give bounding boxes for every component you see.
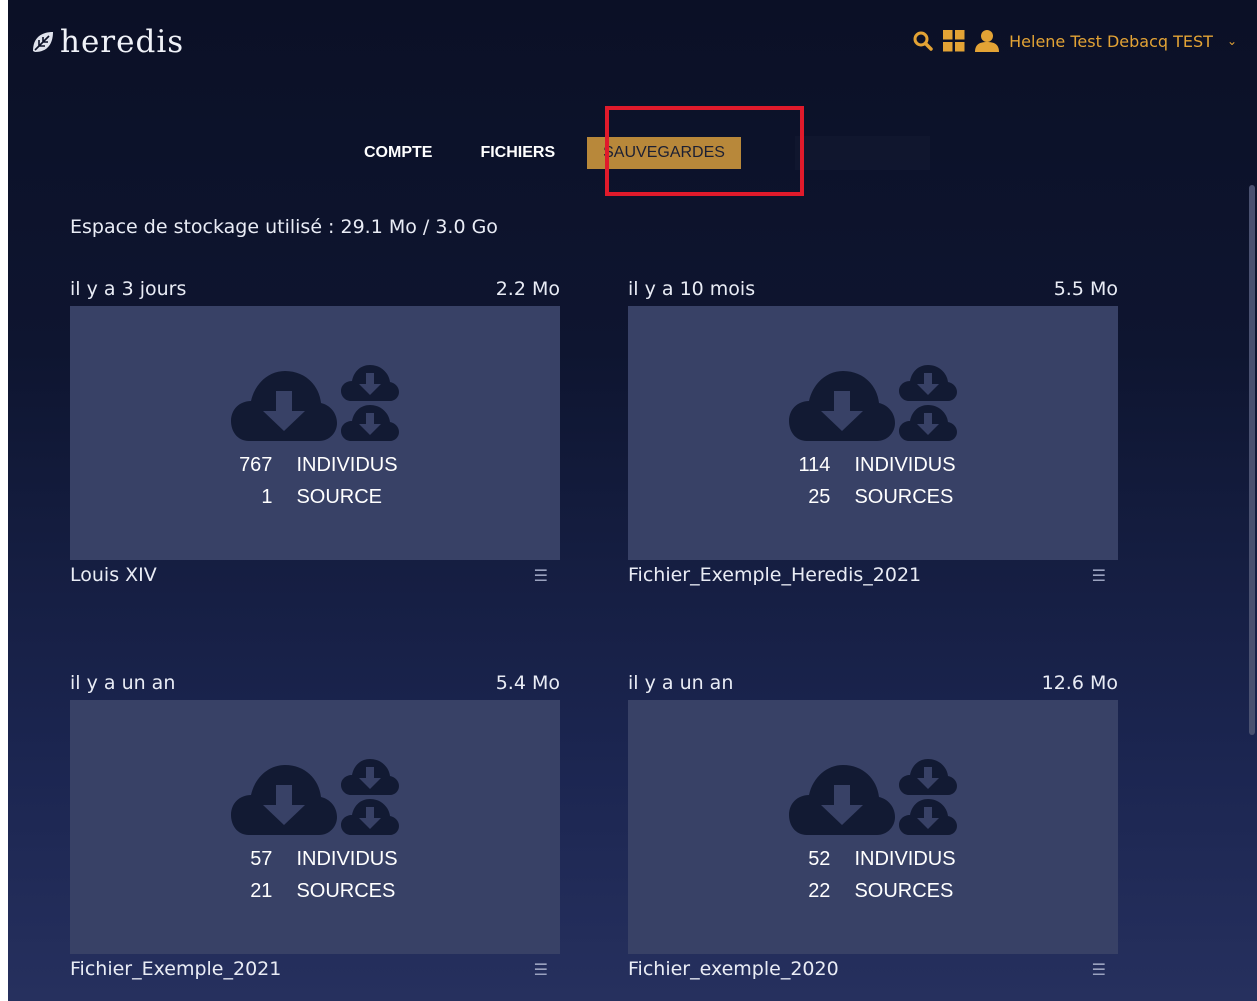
backup-age: il y a un an — [628, 672, 734, 694]
sources-count: 25 — [808, 486, 831, 508]
scrollbar[interactable] — [1249, 185, 1255, 735]
sources-label: SOURCES — [296, 880, 396, 902]
backup-size: 5.4 Mo — [495, 672, 560, 694]
header-actions: Helene Test Debacq TEST ⌄ — [913, 30, 1237, 52]
highlight-annotation — [605, 106, 804, 196]
backup-name: Fichier_Exemple_2021 — [70, 958, 282, 980]
cloud-download-icon — [231, 765, 337, 835]
backup-stats: 114 INDIVIDUS 25 SOURCES — [790, 449, 956, 513]
menu-icon[interactable]: ☰ — [1092, 960, 1106, 979]
backup-card: il y a 3 jours 2.2 Mo 767 INDIVIDUS 1 SO… — [70, 270, 560, 586]
tab-compte[interactable]: COMPTE — [340, 144, 456, 162]
backup-age: il y a 3 jours — [70, 278, 187, 300]
backup-preview[interactable]: 767 INDIVIDUS 1 SOURCE — [70, 306, 560, 560]
chevron-down-icon[interactable]: ⌄ — [1227, 34, 1237, 48]
cloud-download-small-icon — [899, 799, 957, 835]
backup-stats: 57 INDIVIDUS 21 SOURCES — [232, 843, 397, 907]
window-edge — [0, 0, 8, 1001]
sources-count: 22 — [808, 880, 831, 902]
menu-icon[interactable]: ☰ — [1092, 566, 1106, 585]
storage-usage: Espace de stockage utilisé : 29.1 Mo / 3… — [70, 216, 498, 238]
backup-icons — [231, 757, 399, 835]
backup-stats: 767 INDIVIDUS 1 SOURCE — [232, 449, 398, 513]
backup-icons — [231, 363, 399, 441]
menu-icon[interactable]: ☰ — [534, 960, 548, 979]
individus-label: INDIVIDUS — [296, 848, 398, 870]
backup-age: il y a un an — [70, 672, 176, 694]
backup-age: il y a 10 mois — [628, 278, 756, 300]
leaf-logo-icon — [33, 32, 53, 52]
tab-fichiers[interactable]: FICHIERS — [456, 144, 579, 162]
individus-count: 57 — [250, 848, 273, 870]
individus-label: INDIVIDUS — [854, 848, 956, 870]
heredis-logo[interactable]: heredis — [30, 22, 184, 62]
tab-bar-extension — [795, 136, 930, 170]
backup-icons — [789, 363, 957, 441]
cloud-download-small-icon — [341, 405, 399, 441]
cloud-download-small-icon — [341, 365, 399, 401]
backup-icons — [789, 757, 957, 835]
backup-name: Fichier_exemple_2020 — [628, 958, 839, 980]
cloud-download-small-icon — [341, 799, 399, 835]
individus-label: INDIVIDUS — [854, 454, 956, 476]
menu-icon[interactable]: ☰ — [534, 566, 548, 585]
backup-preview[interactable]: 52 INDIVIDUS 22 SOURCES — [628, 700, 1118, 954]
sources-label: SOURCES — [854, 880, 954, 902]
user-name[interactable]: Helene Test Debacq TEST — [1009, 32, 1213, 51]
sources-count: 1 — [261, 486, 273, 508]
sources-count: 21 — [250, 880, 273, 902]
individus-count: 767 — [239, 454, 273, 476]
cloud-download-small-icon — [899, 365, 957, 401]
backup-name: Louis XIV — [70, 564, 157, 586]
cloud-download-icon — [789, 765, 895, 835]
backup-card: il y a un an 12.6 Mo 52 INDIVIDUS 22 SOU… — [628, 664, 1118, 980]
search-icon[interactable] — [913, 31, 933, 51]
individus-count: 114 — [798, 454, 831, 476]
backup-card: il y a 10 mois 5.5 Mo 114 INDIVIDUS 25 S… — [628, 270, 1118, 586]
sources-label: SOURCE — [296, 486, 383, 508]
apps-grid-icon[interactable] — [943, 30, 965, 52]
backup-size: 5.5 Mo — [1053, 278, 1118, 300]
backup-preview[interactable]: 114 INDIVIDUS 25 SOURCES — [628, 306, 1118, 560]
cloud-download-small-icon — [899, 405, 957, 441]
individus-count: 52 — [808, 848, 831, 870]
cloud-download-small-icon — [899, 759, 957, 795]
individus-label: INDIVIDUS — [296, 454, 398, 476]
backup-name: Fichier_Exemple_Heredis_2021 — [628, 564, 922, 586]
backup-preview[interactable]: 57 INDIVIDUS 21 SOURCES — [70, 700, 560, 954]
cloud-download-icon — [789, 371, 895, 441]
sources-label: SOURCES — [854, 486, 954, 508]
backup-card: il y a un an 5.4 Mo 57 INDIVIDUS 21 SOUR… — [70, 664, 560, 980]
backup-size: 12.6 Mo — [1041, 672, 1118, 694]
logo-text: heredis — [60, 24, 185, 60]
cloud-download-small-icon — [341, 759, 399, 795]
backup-stats: 52 INDIVIDUS 22 SOURCES — [790, 843, 955, 907]
backup-size: 2.2 Mo — [495, 278, 560, 300]
user-icon[interactable] — [975, 30, 1000, 52]
cloud-download-icon — [231, 371, 337, 441]
